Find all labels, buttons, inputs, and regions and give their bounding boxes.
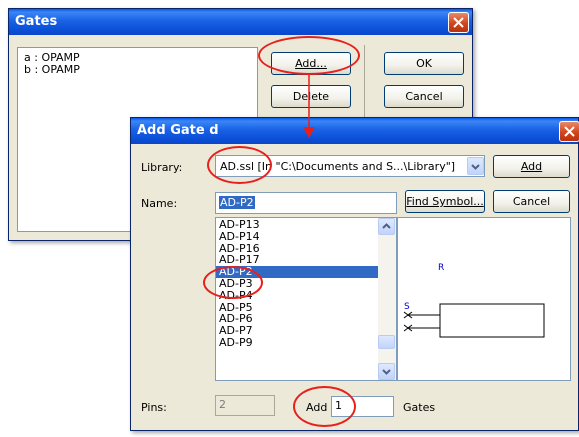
add-gate-close-button[interactable] (559, 121, 579, 142)
name-label: Name: (141, 197, 178, 210)
list-item[interactable]: AD-P3 (216, 278, 396, 290)
preview-ref-label: R (438, 263, 444, 273)
add-button[interactable]: Add (493, 155, 570, 178)
list-item[interactable]: AD-P9 (216, 337, 396, 349)
gate-list-item[interactable]: b : OPAMP (24, 64, 257, 76)
add-gate-title: Add Gate d (137, 123, 219, 138)
library-select[interactable]: AD.ssl [In "C:\Documents and S...\Librar… (215, 155, 485, 177)
close-icon (453, 17, 464, 28)
scroll-thumb[interactable] (378, 335, 395, 349)
chevron-up-icon (382, 223, 391, 229)
add-count-label: Add (306, 401, 328, 414)
find-symbol-button[interactable]: Find Symbol... (405, 190, 485, 213)
pins-field: 2 (215, 395, 275, 416)
add-gate-button[interactable]: Add... (271, 52, 351, 75)
name-input[interactable]: AD-P2 (215, 192, 397, 214)
delete-gate-button[interactable]: Delete (271, 85, 351, 108)
ok-button[interactable]: OK (384, 52, 464, 75)
library-label: Library: (141, 161, 183, 174)
pins-label: Pins: (141, 401, 167, 414)
add-gate-cancel-button[interactable]: Cancel (493, 190, 570, 213)
add-gate-titlebar[interactable]: Add Gate d (131, 118, 578, 144)
gates-titlebar[interactable]: Gates (9, 9, 472, 35)
chevron-down-icon (382, 369, 391, 375)
library-dropdown-button[interactable] (467, 157, 484, 175)
gates-cancel-button[interactable]: Cancel (384, 85, 464, 108)
gates-close-button[interactable] (448, 12, 469, 33)
add-count-input[interactable]: 1 (331, 396, 394, 417)
list-item[interactable]: AD-P14 (216, 230, 396, 243)
add-gate-dialog: Add Gate d Library: AD.ssl [In "C:\Docum… (130, 117, 579, 431)
gates-label: Gates (403, 401, 436, 414)
symbol-list-scrollbar[interactable] (378, 218, 396, 380)
preview-pin-label: S (404, 302, 410, 312)
gates-title: Gates (15, 14, 58, 29)
gate-symbol-graphic: R S (403, 263, 545, 338)
scroll-down-button[interactable] (378, 363, 395, 380)
close-icon (564, 126, 575, 137)
symbol-list[interactable]: AD-P13 AD-P14 AD-P16 AD-P17 AD-P2 AD-P3 … (215, 217, 397, 381)
scroll-up-button[interactable] (378, 218, 395, 235)
list-item[interactable]: AD-P4 (216, 289, 396, 302)
symbol-preview: R S (397, 217, 571, 381)
chevron-down-icon (471, 164, 480, 170)
